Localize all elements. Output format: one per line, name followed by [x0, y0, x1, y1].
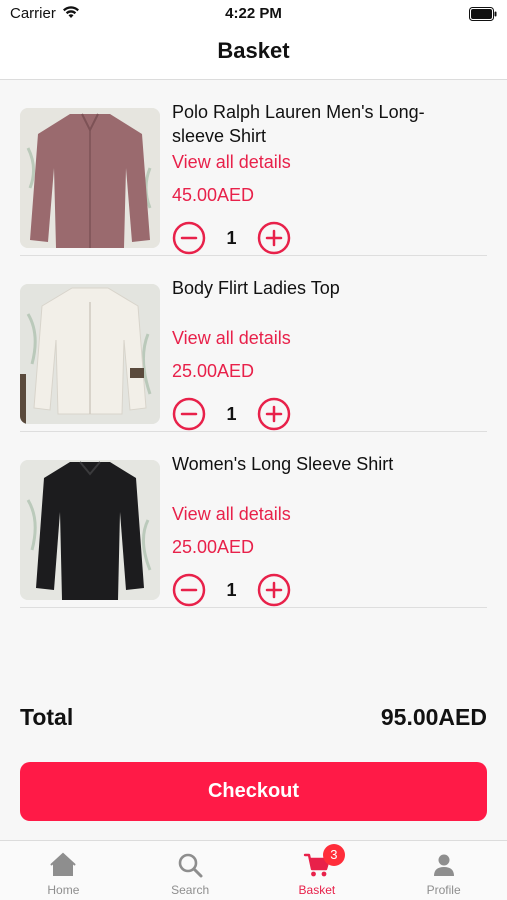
product-image[interactable]	[20, 460, 160, 600]
tab-profile[interactable]: Profile	[380, 841, 507, 900]
view-details-link[interactable]: View all details	[172, 504, 291, 525]
tab-search[interactable]: Search	[127, 841, 254, 900]
tab-home[interactable]: Home	[0, 841, 127, 900]
basket-item: Women's Long Sleeve Shirt View all detai…	[20, 432, 487, 608]
nav-header: Basket	[0, 30, 507, 80]
view-details-link[interactable]: View all details	[172, 152, 291, 173]
decrease-quantity-button[interactable]	[172, 221, 206, 255]
product-price: 25.00AED	[172, 361, 255, 381]
product-image[interactable]	[20, 284, 160, 424]
total-label: Total	[20, 704, 74, 730]
minus-circle-icon	[172, 221, 206, 255]
cart-count-badge: 3	[322, 844, 345, 866]
quantity-stepper: 1	[172, 397, 302, 431]
increase-quantity-button[interactable]	[257, 573, 291, 607]
basket-item: Body Flirt Ladies Top View all details 2…	[20, 256, 487, 432]
view-details-link[interactable]: View all details	[172, 328, 291, 349]
product-image[interactable]	[20, 108, 160, 248]
tab-label: Profile	[426, 883, 461, 897]
increase-quantity-button[interactable]	[257, 221, 291, 255]
quantity-value: 1	[226, 404, 237, 424]
battery-icon	[469, 7, 497, 26]
quantity-value: 1	[226, 228, 237, 248]
minus-circle-icon	[172, 573, 206, 607]
decrease-quantity-button[interactable]	[172, 397, 206, 431]
home-icon	[49, 851, 77, 879]
quantity-value: 1	[226, 580, 237, 600]
plus-circle-icon	[257, 397, 291, 431]
product-name: Women's Long Sleeve Shirt	[172, 454, 394, 474]
minus-circle-icon	[172, 397, 206, 431]
quantity-stepper: 1	[172, 573, 302, 607]
checkout-button[interactable]: Checkout	[20, 762, 487, 821]
status-bar: Carrier 4:22 PM	[0, 0, 507, 30]
tab-bar: Home Search 3 Basket Profile	[0, 840, 507, 900]
product-price: 45.00AED	[172, 185, 255, 205]
plus-circle-icon	[257, 573, 291, 607]
status-time: 4:22 PM	[225, 5, 282, 22]
tab-label: Search	[171, 883, 210, 897]
profile-icon	[430, 851, 458, 879]
product-name: Polo Ralph Lauren Men's Long-sleeve Shir…	[172, 102, 425, 146]
product-name: Body Flirt Ladies Top	[172, 278, 340, 298]
tab-label: Home	[47, 883, 80, 897]
basket-item: Polo Ralph Lauren Men's Long-sleeve Shir…	[20, 80, 487, 256]
tab-basket[interactable]: 3 Basket	[254, 841, 381, 900]
page-title: Basket	[217, 38, 290, 63]
increase-quantity-button[interactable]	[257, 397, 291, 431]
plus-circle-icon	[257, 221, 291, 255]
search-icon	[176, 851, 204, 879]
decrease-quantity-button[interactable]	[172, 573, 206, 607]
total-row: Total 95.00AED	[20, 704, 487, 736]
quantity-stepper: 1	[172, 221, 302, 255]
total-value: 95.00AED	[380, 704, 487, 730]
product-price: 25.00AED	[172, 537, 255, 557]
tab-label: Basket	[298, 883, 336, 897]
